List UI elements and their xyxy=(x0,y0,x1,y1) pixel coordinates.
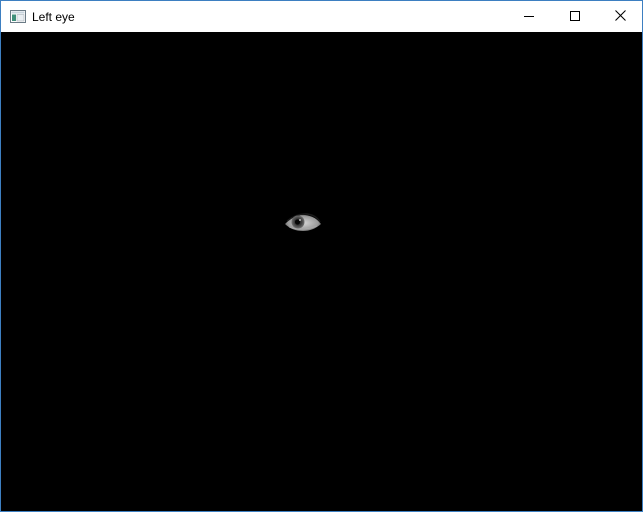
window-app-icon xyxy=(10,10,26,23)
maximize-icon xyxy=(570,8,580,26)
close-button[interactable] xyxy=(598,1,642,32)
eye-image xyxy=(283,211,323,235)
window-title: Left eye xyxy=(32,10,75,24)
minimize-icon xyxy=(524,8,534,26)
image-canvas[interactable] xyxy=(1,32,642,511)
title-bar[interactable]: Left eye xyxy=(1,1,642,32)
close-icon xyxy=(614,8,626,26)
app-window: Left eye xyxy=(0,0,643,512)
maximize-button[interactable] xyxy=(552,1,598,32)
minimize-button[interactable] xyxy=(506,1,552,32)
